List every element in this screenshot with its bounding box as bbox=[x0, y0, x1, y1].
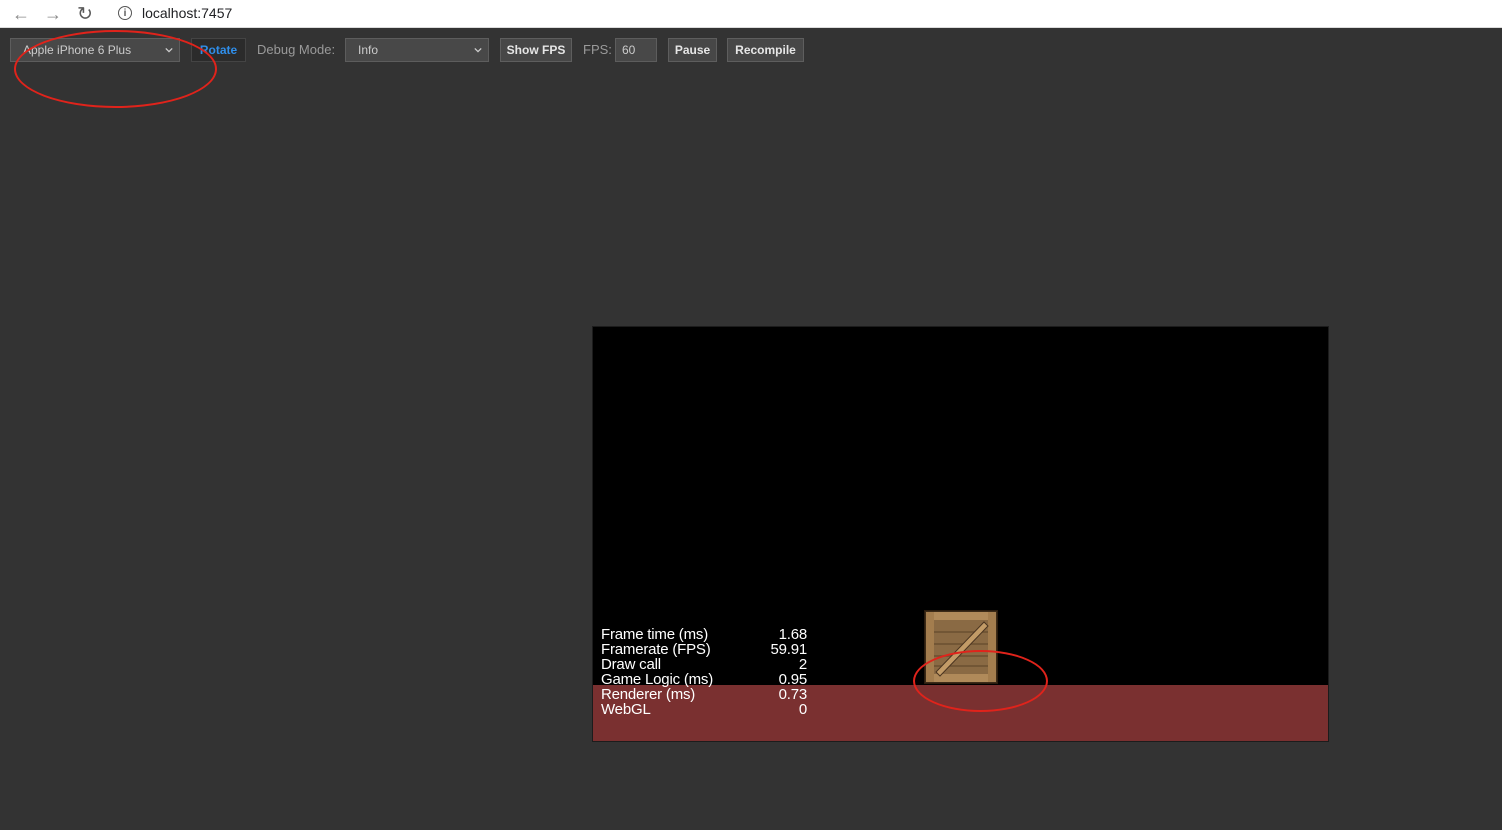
stat-value: 0 bbox=[798, 701, 807, 718]
stat-value: 0.95 bbox=[778, 671, 808, 688]
rotate-button[interactable]: Rotate bbox=[191, 38, 246, 62]
stat-value: 0.73 bbox=[778, 686, 808, 703]
stat-row: Frame time (ms) 1.68 bbox=[601, 627, 807, 642]
game-canvas[interactable]: Frame time (ms) 1.68 Framerate (FPS) 59.91… bbox=[592, 326, 1329, 742]
stat-value: 59.91 bbox=[770, 641, 807, 658]
stat-label: Draw call bbox=[601, 656, 661, 673]
show-fps-button[interactable]: Show FPS bbox=[500, 38, 572, 62]
url-text[interactable]: localhost:7457 bbox=[142, 5, 232, 21]
fps-label: FPS: bbox=[583, 42, 612, 57]
stat-value: 2 bbox=[798, 656, 807, 673]
chevron-down-icon bbox=[474, 47, 482, 53]
browser-address-bar: ← → ↻ i localhost:7457 bbox=[0, 0, 1502, 28]
stat-value: 1.68 bbox=[778, 626, 808, 643]
device-select[interactable]: Apple iPhone 6 Plus bbox=[10, 38, 180, 62]
chevron-down-icon bbox=[165, 47, 173, 53]
preview-toolbar: Apple iPhone 6 Plus Rotate Debug Mode: I… bbox=[0, 30, 1502, 70]
stat-row: Framerate (FPS) 59.91 bbox=[601, 642, 807, 657]
back-arrow-icon[interactable]: ← bbox=[10, 3, 32, 25]
stat-label: Frame time (ms) bbox=[601, 626, 708, 643]
recompile-button[interactable]: Recompile bbox=[727, 38, 804, 62]
stat-row: Draw call 2 bbox=[601, 657, 807, 672]
stat-label: WebGL bbox=[601, 701, 651, 718]
pause-button[interactable]: Pause bbox=[668, 38, 717, 62]
site-info-icon[interactable]: i bbox=[118, 6, 132, 20]
forward-arrow-icon[interactable]: → bbox=[42, 3, 64, 25]
stat-label: Game Logic (ms) bbox=[601, 671, 714, 688]
stat-row: Game Logic (ms) 0.95 bbox=[601, 672, 807, 687]
stat-row: Renderer (ms) 0.73 bbox=[601, 687, 807, 702]
debug-mode-label: Debug Mode: bbox=[257, 42, 336, 57]
stat-label: Framerate (FPS) bbox=[601, 641, 711, 658]
fps-input[interactable]: 60 bbox=[615, 38, 657, 62]
wooden-crate-sprite bbox=[924, 610, 998, 684]
stat-row: WebGL 0 bbox=[601, 702, 807, 717]
device-select-value: Apple iPhone 6 Plus bbox=[23, 43, 132, 57]
debug-mode-select[interactable]: Info bbox=[345, 38, 489, 62]
reload-icon[interactable]: ↻ bbox=[74, 3, 96, 25]
stats-overlay: Frame time (ms) 1.68 Framerate (FPS) 59.91… bbox=[601, 627, 807, 717]
debug-mode-select-value: Info bbox=[358, 43, 379, 57]
stat-label: Renderer (ms) bbox=[601, 686, 696, 703]
